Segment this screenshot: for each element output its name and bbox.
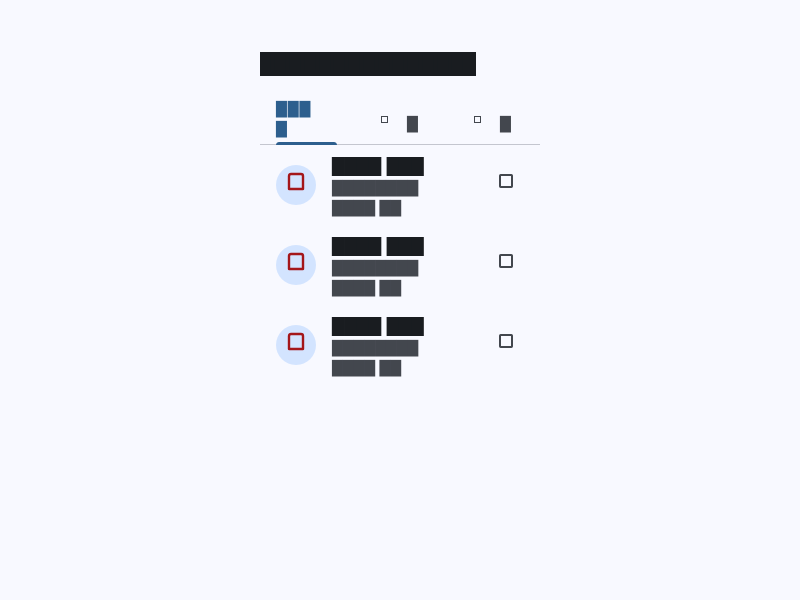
checkbox-outline-icon xyxy=(499,334,513,348)
avatar xyxy=(276,245,316,285)
item-text: ████ ███ ████████ ████ ██ xyxy=(332,315,492,379)
list-item[interactable]: ████ ███ ████████ ████ ██ xyxy=(260,145,540,225)
item-detail: ████ ██ xyxy=(332,201,402,217)
app-screen: ██████████████ ████ █ █ ████ ███ ███████… xyxy=(260,52,540,385)
tab-1-label: ████ xyxy=(276,102,312,138)
page-title: ██████████████ xyxy=(260,52,476,76)
item-list: ████ ███ ████████ ████ ██ ████ ███ █████… xyxy=(260,145,540,385)
tab-2[interactable]: █ xyxy=(381,100,441,144)
item-checkbox[interactable] xyxy=(498,173,514,189)
avatar xyxy=(276,165,316,205)
item-title: ████ ███ xyxy=(332,157,424,176)
tab-3-label: █ xyxy=(500,117,511,133)
item-checkbox[interactable] xyxy=(498,333,514,349)
item-title: ████ ███ xyxy=(332,317,424,336)
folder-icon xyxy=(287,172,305,191)
tab-1[interactable]: ████ xyxy=(276,100,337,145)
item-text: ████ ███ ████████ ████ ██ xyxy=(332,235,492,299)
item-title: ████ ███ xyxy=(332,237,424,256)
tab-3[interactable]: █ xyxy=(474,100,534,144)
folder-icon xyxy=(287,252,305,271)
square-outline-icon xyxy=(474,116,481,123)
avatar xyxy=(276,325,316,365)
item-subtitle: ████████ xyxy=(332,261,419,277)
square-outline-icon xyxy=(381,116,388,123)
checkbox-outline-icon xyxy=(499,254,513,268)
item-subtitle: ████████ xyxy=(332,341,419,357)
folder-icon xyxy=(287,332,305,351)
tab-2-label: █ xyxy=(407,117,418,133)
item-detail: ████ ██ xyxy=(332,281,402,297)
item-subtitle: ████████ xyxy=(332,181,419,197)
checkbox-outline-icon xyxy=(499,174,513,188)
list-item[interactable]: ████ ███ ████████ ████ ██ xyxy=(260,305,540,385)
item-text: ████ ███ ████████ ████ ██ xyxy=(332,155,492,219)
item-checkbox[interactable] xyxy=(498,253,514,269)
list-item[interactable]: ████ ███ ████████ ████ ██ xyxy=(260,225,540,305)
item-detail: ████ ██ xyxy=(332,361,402,377)
tab-bar: ████ █ █ xyxy=(260,100,540,145)
